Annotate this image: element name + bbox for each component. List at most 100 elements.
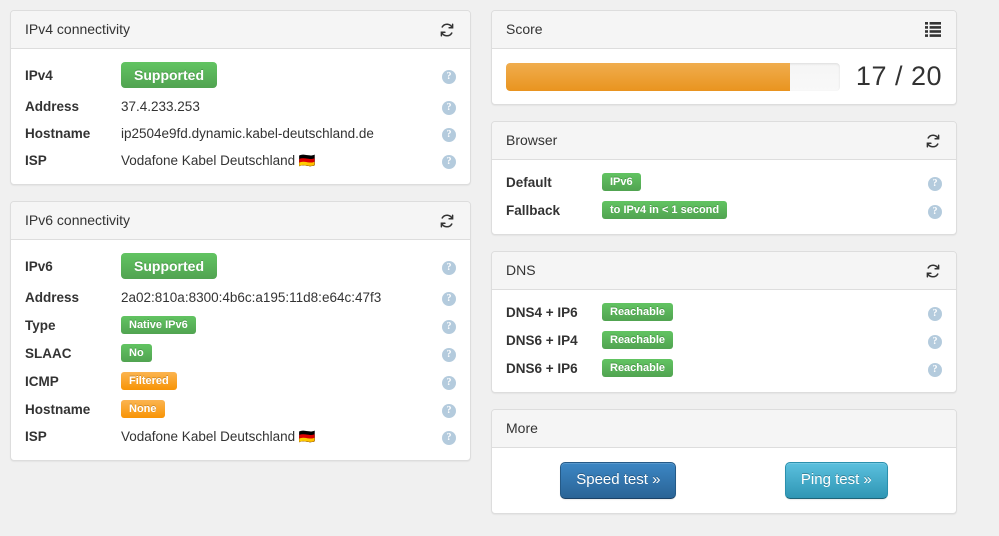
ipv4-rows-table: IPv4 Supported ? Address 37.4.233.253 ? …: [25, 57, 456, 174]
table-row: Fallback to IPv4 in < 1 second ?: [506, 196, 942, 224]
panel-ipv6-title: IPv6 connectivity: [25, 212, 131, 228]
help-icon[interactable]: ?: [442, 347, 456, 362]
table-row: ISP Vodafone Kabel Deutschland 🇩🇪 ?: [25, 423, 456, 450]
row-value: Reachable: [602, 326, 924, 354]
table-row: DNS6 + IP4 Reachable ?: [506, 326, 942, 354]
status-badge: to IPv4 in < 1 second: [602, 201, 728, 219]
help-icon[interactable]: ?: [928, 176, 942, 191]
refresh-icon[interactable]: [438, 212, 456, 230]
row-help: ?: [438, 395, 456, 423]
status-badge: None: [121, 400, 165, 418]
refresh-icon[interactable]: [438, 21, 456, 39]
row-label: Address: [25, 99, 80, 114]
panel-ipv6-body: IPv6 Supported ? Address 2a02:810a:8300:…: [11, 240, 470, 460]
status-badge: No: [121, 344, 152, 362]
dns-rows-table: DNS4 + IP6 Reachable ? DNS6 + IP4 Reacha…: [506, 298, 942, 382]
row-label: ISP: [25, 153, 47, 168]
row-label: DNS4 + IP6: [506, 304, 578, 320]
panel-browser-body: Default IPv6 ? Fallback to IPv4 in < 1 s…: [492, 160, 956, 234]
panel-ipv4-connectivity: IPv4 connectivity IPv4 Supported ? Addre…: [10, 10, 471, 185]
left-column: IPv4 connectivity IPv4 Supported ? Addre…: [10, 10, 471, 526]
table-row: ICMP Filtered ?: [25, 367, 456, 395]
row-value: Vodafone Kabel Deutschland 🇩🇪: [121, 152, 316, 168]
table-row: DNS4 + IP6 Reachable ?: [506, 298, 942, 326]
row-help: ?: [924, 326, 942, 354]
status-badge: Filtered: [121, 372, 177, 390]
help-icon[interactable]: ?: [442, 260, 456, 275]
row-value: Filtered: [121, 367, 438, 395]
row-help: ?: [438, 423, 456, 450]
help-icon[interactable]: ?: [442, 155, 456, 169]
panel-browser-title: Browser: [506, 132, 558, 148]
row-label: Type: [25, 317, 56, 333]
status-badge: Reachable: [602, 359, 674, 377]
help-icon[interactable]: ?: [928, 204, 942, 219]
right-column: Score 17 / 20 Browser Default IPv6 ? Fal…: [491, 10, 957, 526]
status-badge: Supported: [121, 62, 217, 88]
ping-test-button[interactable]: Ping test »: [784, 462, 888, 499]
row-help: ?: [438, 284, 456, 311]
row-value: to IPv4 in < 1 second: [602, 196, 924, 224]
row-label: DNS6 + IP6: [506, 360, 578, 376]
row-value[interactable]: 37.4.233.253: [121, 93, 438, 120]
ipv6-rows-table: IPv6 Supported ? Address 2a02:810a:8300:…: [25, 248, 456, 450]
help-icon[interactable]: ?: [442, 403, 456, 418]
row-value: Reachable: [602, 354, 924, 382]
row-help: ?: [924, 196, 942, 224]
row-help: ?: [924, 168, 942, 196]
panel-more-body: Speed test » Ping test »: [492, 448, 956, 513]
panel-ipv6-header: IPv6 connectivity: [11, 202, 470, 240]
browser-rows-table: Default IPv6 ? Fallback to IPv4 in < 1 s…: [506, 168, 942, 224]
list-icon[interactable]: [924, 21, 942, 39]
score-progress-bar: [506, 62, 790, 91]
panel-ipv6-connectivity: IPv6 connectivity IPv6 Supported ? Addre…: [10, 201, 471, 461]
panel-browser: Browser Default IPv6 ? Fallback to IPv4 …: [491, 121, 957, 235]
table-row: IPv6 Supported ?: [25, 248, 456, 284]
row-help: ?: [438, 311, 456, 339]
panel-score-header: Score: [492, 11, 956, 49]
panel-browser-header: Browser: [492, 122, 956, 160]
row-help: ?: [438, 57, 456, 93]
panel-more-title: More: [506, 420, 538, 436]
help-icon[interactable]: ?: [928, 334, 942, 349]
row-label: Fallback: [506, 202, 561, 218]
refresh-icon[interactable]: [924, 262, 942, 280]
panel-more: More Speed test » Ping test »: [491, 409, 957, 514]
row-value[interactable]: 2a02:810a:8300:4b6c:a195:11d8:e64c:47f3: [121, 284, 438, 311]
table-row: Address 37.4.233.253 ?: [25, 93, 456, 120]
page-root: IPv4 connectivity IPv4 Supported ? Addre…: [0, 0, 999, 536]
row-label: Hostname: [25, 126, 91, 141]
status-badge: IPv6: [602, 173, 641, 191]
row-value: IPv6: [602, 168, 924, 196]
help-icon[interactable]: ?: [928, 362, 942, 377]
panel-ipv4-header: IPv4 connectivity: [11, 11, 470, 49]
row-value: Supported: [121, 57, 438, 93]
row-label: IPv4: [25, 67, 53, 83]
speed-test-button[interactable]: Speed test »: [560, 462, 677, 499]
help-icon[interactable]: ?: [442, 101, 456, 115]
panel-ipv4-title: IPv4 connectivity: [25, 21, 131, 37]
row-help: ?: [924, 354, 942, 382]
row-help: ?: [438, 147, 456, 174]
table-row: Hostname ip2504e9fd.dynamic.kabel-deutsc…: [25, 120, 456, 147]
help-icon[interactable]: ?: [928, 306, 942, 321]
panel-dns-header: DNS: [492, 252, 956, 290]
help-icon[interactable]: ?: [442, 319, 456, 334]
help-icon[interactable]: ?: [442, 69, 456, 84]
help-icon[interactable]: ?: [442, 375, 456, 390]
help-icon[interactable]: ?: [442, 292, 456, 306]
refresh-icon[interactable]: [924, 132, 942, 150]
row-value: None: [121, 395, 438, 423]
panel-score-body: 17 / 20: [492, 49, 956, 104]
help-icon[interactable]: ?: [442, 128, 456, 142]
table-row: Hostname None ?: [25, 395, 456, 423]
help-icon[interactable]: ?: [442, 431, 456, 445]
score-progress-track: [506, 62, 840, 91]
row-label: DNS6 + IP4: [506, 332, 578, 348]
row-label: ISP: [25, 429, 47, 444]
row-value: ip2504e9fd.dynamic.kabel-deutschland.de: [121, 126, 374, 141]
panel-score: Score 17 / 20: [491, 10, 957, 105]
row-label: IPv6: [25, 258, 53, 274]
row-value: Vodafone Kabel Deutschland 🇩🇪: [121, 428, 316, 444]
status-badge: Native IPv6: [121, 316, 196, 334]
